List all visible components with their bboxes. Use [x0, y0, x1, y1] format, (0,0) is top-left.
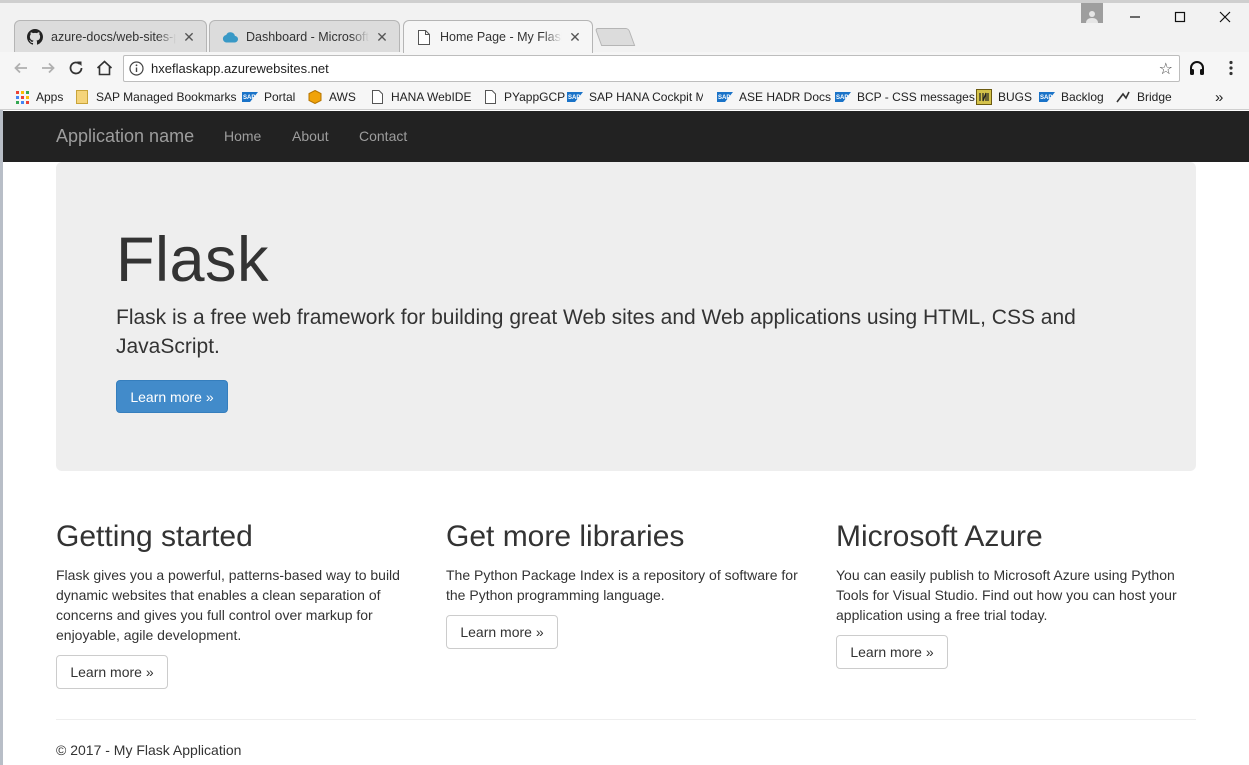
tab-title: Dashboard - Microsoft A [246, 29, 369, 44]
site-brand[interactable]: Application name [56, 126, 194, 147]
bookmark-label: PYappGCP [504, 90, 566, 104]
address-bar[interactable]: hxeflaskapp.azurewebsites.net ☆ [123, 55, 1180, 82]
column-getting-started: Getting started Flask gives you a powerf… [56, 520, 426, 689]
bookmark-bridge[interactable]: Bridge [1115, 88, 1172, 106]
folder-icon [74, 90, 90, 104]
column-get-more-libraries: Get more libraries The Python Package In… [446, 520, 816, 649]
bookmark-label: ASE HADR Docs [739, 90, 832, 104]
bookmark-label: BCP - CSS messages [857, 90, 975, 104]
svg-text:SAP: SAP [568, 95, 580, 101]
jumbotron: Flask Flask is a free web framework for … [56, 162, 1196, 471]
bookmarks-bar: Apps SAP Managed Bookmarks SAP Portal AW… [0, 84, 1249, 110]
nav-contact[interactable]: Contact [359, 128, 407, 144]
tab-flask-home[interactable]: Home Page - My Flask Ap ✕ [403, 20, 593, 53]
svg-text:SAP: SAP [1040, 95, 1052, 101]
profile-icon[interactable] [1081, 3, 1103, 23]
headphones-extension-icon[interactable] [1187, 58, 1207, 78]
reload-icon[interactable] [66, 58, 86, 78]
column-text: You can easily publish to Microsoft Azur… [836, 567, 1177, 623]
bookmarks-overflow-icon[interactable]: » [1215, 88, 1223, 106]
svg-text:SAP: SAP [836, 95, 848, 101]
bookmark-bugs[interactable]: BUGS [976, 88, 1032, 106]
site-navbar: Application name Home About Contact [3, 111, 1249, 162]
sap-icon: SAP [835, 90, 851, 104]
menu-dots-icon[interactable] [1221, 58, 1241, 78]
tab-azure-docs[interactable]: azure-docs/web-sites-py ✕ [14, 20, 207, 52]
bookmark-label: Apps [36, 90, 64, 104]
svg-text:SAP: SAP [718, 95, 730, 101]
close-icon[interactable]: ✕ [375, 30, 389, 44]
new-tab-button[interactable] [594, 28, 636, 46]
bugs-icon [976, 89, 992, 105]
bookmark-label: Backlog [1061, 90, 1104, 104]
sap-icon: SAP [717, 90, 733, 104]
bookmark-label: BUGS [998, 90, 1033, 104]
close-window-button[interactable] [1202, 4, 1248, 30]
column-text: Flask gives you a powerful, patterns-bas… [56, 567, 400, 643]
site-footer: © 2017 - My Flask Application [56, 742, 242, 758]
bookmark-label: Portal [264, 90, 296, 104]
bookmark-bcp-css[interactable]: SAP BCP - CSS messages [835, 88, 975, 106]
back-icon[interactable] [11, 58, 31, 78]
info-icon[interactable] [129, 61, 144, 76]
learn-more-button[interactable]: Learn more » [56, 655, 168, 689]
azure-cloud-icon [222, 29, 238, 45]
bookmark-label: AWS [329, 90, 356, 104]
nav-home[interactable]: Home [224, 128, 261, 144]
page-icon [482, 90, 498, 104]
bookmark-label: SAP HANA Cockpit M [589, 90, 703, 104]
tab-title: azure-docs/web-sites-py [51, 29, 176, 44]
tab-azure-dashboard[interactable]: Dashboard - Microsoft A ✕ [209, 20, 400, 52]
bookmark-label: SAP Managed Bookmarks [96, 90, 237, 104]
svg-text:SAP: SAP [243, 95, 255, 101]
sap-icon: SAP [1039, 90, 1055, 104]
bookmark-label: Bridge [1137, 90, 1172, 104]
close-icon[interactable]: ✕ [568, 30, 582, 44]
page-icon [369, 90, 385, 104]
aws-icon [307, 90, 323, 104]
home-icon[interactable] [94, 58, 114, 78]
nav-about[interactable]: About [292, 128, 329, 144]
github-icon [27, 28, 43, 45]
bookmark-apps[interactable]: Apps [14, 88, 63, 106]
bookmark-sap-managed[interactable]: SAP Managed Bookmarks [74, 88, 237, 106]
column-microsoft-azure: Microsoft Azure You can easily publish t… [836, 520, 1206, 669]
maximize-button[interactable] [1157, 4, 1203, 30]
jumbotron-title: Flask [116, 225, 270, 295]
learn-more-button[interactable]: Learn more » [446, 615, 558, 649]
footer-divider [56, 719, 1196, 720]
bookmark-backlog[interactable]: SAP Backlog [1039, 88, 1104, 106]
close-icon[interactable]: ✕ [182, 30, 196, 44]
bridge-icon [1115, 90, 1131, 104]
minimize-button[interactable] [1112, 4, 1158, 30]
sap-icon: SAP [567, 90, 583, 104]
bookmark-label: HANA WebIDE [391, 90, 472, 104]
forward-icon[interactable] [38, 58, 58, 78]
column-title: Getting started [56, 520, 253, 553]
bookmark-hana-cockpit[interactable]: SAP SAP HANA Cockpit M [567, 88, 703, 106]
jumbotron-lead: Flask is a free web framework for buildi… [116, 306, 1076, 358]
bookmark-aws[interactable]: AWS [307, 88, 356, 106]
bookmark-ase-hadr[interactable]: SAP ASE HADR Docs [717, 88, 831, 106]
column-title: Get more libraries [446, 520, 685, 553]
url-text[interactable]: hxeflaskapp.azurewebsites.net [151, 61, 329, 76]
bookmark-star-icon[interactable]: ☆ [1159, 59, 1173, 79]
page-icon [416, 29, 432, 45]
bookmark-portal[interactable]: SAP Portal [242, 88, 295, 106]
jumbotron-learn-more-button[interactable]: Learn more » [116, 380, 228, 413]
browser-window: azure-docs/web-sites-py ✕ Dashboard - Mi… [0, 0, 1249, 765]
bookmark-pyappgcp[interactable]: PYappGCP [482, 88, 565, 106]
column-text: The Python Package Index is a repository… [446, 567, 798, 603]
apps-grid-icon [14, 90, 30, 104]
bookmark-hana-webide[interactable]: HANA WebIDE [369, 88, 471, 106]
sap-icon: SAP [242, 90, 258, 104]
tab-title: Home Page - My Flask Ap [440, 30, 562, 44]
column-title: Microsoft Azure [836, 520, 1043, 553]
learn-more-button[interactable]: Learn more » [836, 635, 948, 669]
